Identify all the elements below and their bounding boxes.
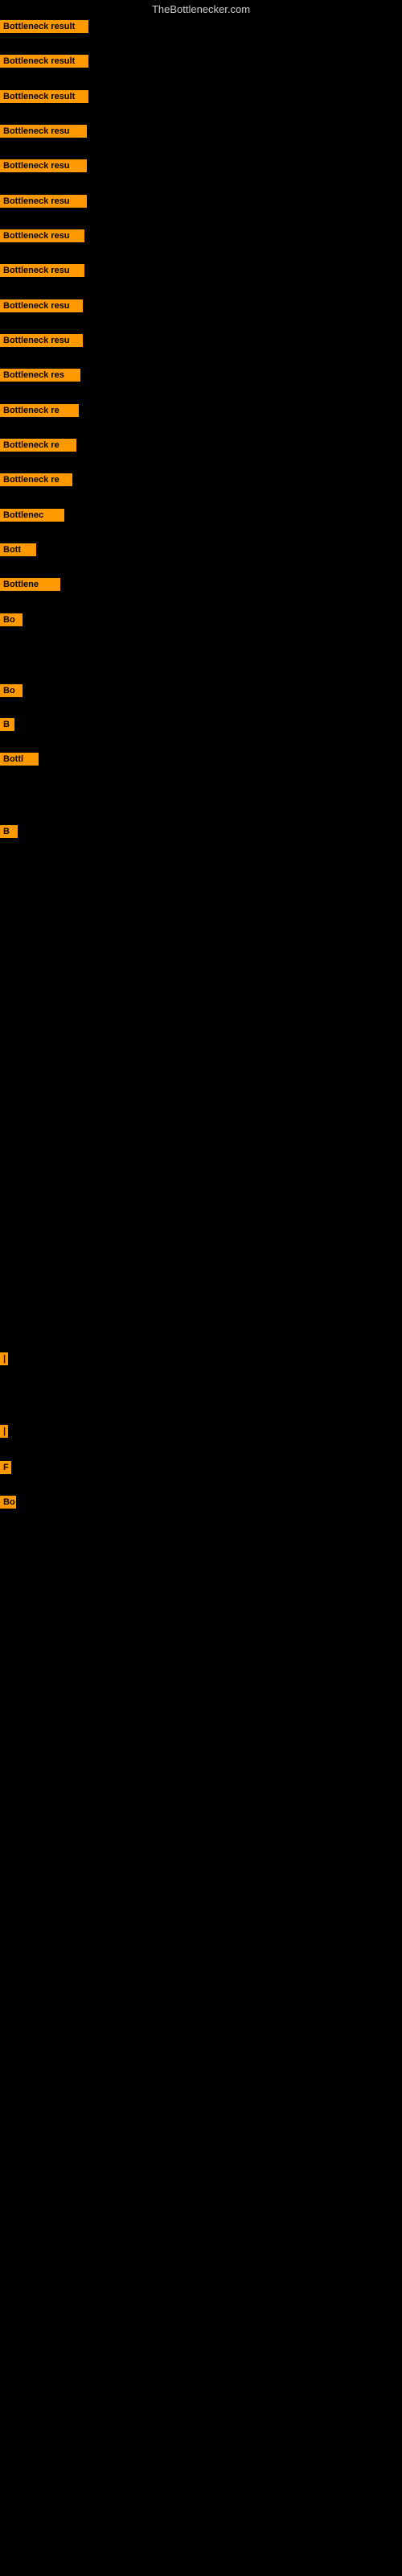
bottleneck-badge-24[interactable]: F <box>0 1461 11 1474</box>
bottleneck-badge-21[interactable]: B <box>0 825 18 838</box>
bottleneck-badge-15[interactable]: Bott <box>0 543 36 556</box>
bottleneck-badge-12[interactable]: Bottleneck re <box>0 439 76 452</box>
bottleneck-badge-22[interactable]: | <box>0 1352 8 1365</box>
bottleneck-badge-13[interactable]: Bottleneck re <box>0 473 72 486</box>
bottleneck-badge-10[interactable]: Bottleneck res <box>0 369 80 382</box>
bottleneck-badge-4[interactable]: Bottleneck resu <box>0 159 87 172</box>
bottleneck-badge-6[interactable]: Bottleneck resu <box>0 229 84 242</box>
bottleneck-badge-25[interactable]: Bo <box>0 1496 16 1509</box>
bottleneck-badge-14[interactable]: Bottlenec <box>0 509 64 522</box>
bottleneck-badge-3[interactable]: Bottleneck resu <box>0 125 87 138</box>
bottleneck-badge-2[interactable]: Bottleneck result <box>0 90 88 103</box>
bottleneck-badge-5[interactable]: Bottleneck resu <box>0 195 87 208</box>
bottleneck-badge-19[interactable]: B <box>0 718 14 731</box>
site-title: TheBottlenecker.com <box>0 3 402 15</box>
bottleneck-badge-16[interactable]: Bottlene <box>0 578 60 591</box>
bottleneck-badge-7[interactable]: Bottleneck resu <box>0 264 84 277</box>
bottleneck-badge-17[interactable]: Bo <box>0 613 23 626</box>
bottleneck-badge-0[interactable]: Bottleneck result <box>0 20 88 33</box>
bottleneck-badge-9[interactable]: Bottleneck resu <box>0 334 83 347</box>
bottleneck-badge-18[interactable]: Bo <box>0 684 23 697</box>
bottleneck-badge-23[interactable]: | <box>0 1425 8 1438</box>
bottleneck-badge-8[interactable]: Bottleneck resu <box>0 299 83 312</box>
bottleneck-badge-11[interactable]: Bottleneck re <box>0 404 79 417</box>
bottleneck-badge-20[interactable]: Bottl <box>0 753 39 766</box>
bottleneck-badge-1[interactable]: Bottleneck result <box>0 55 88 68</box>
